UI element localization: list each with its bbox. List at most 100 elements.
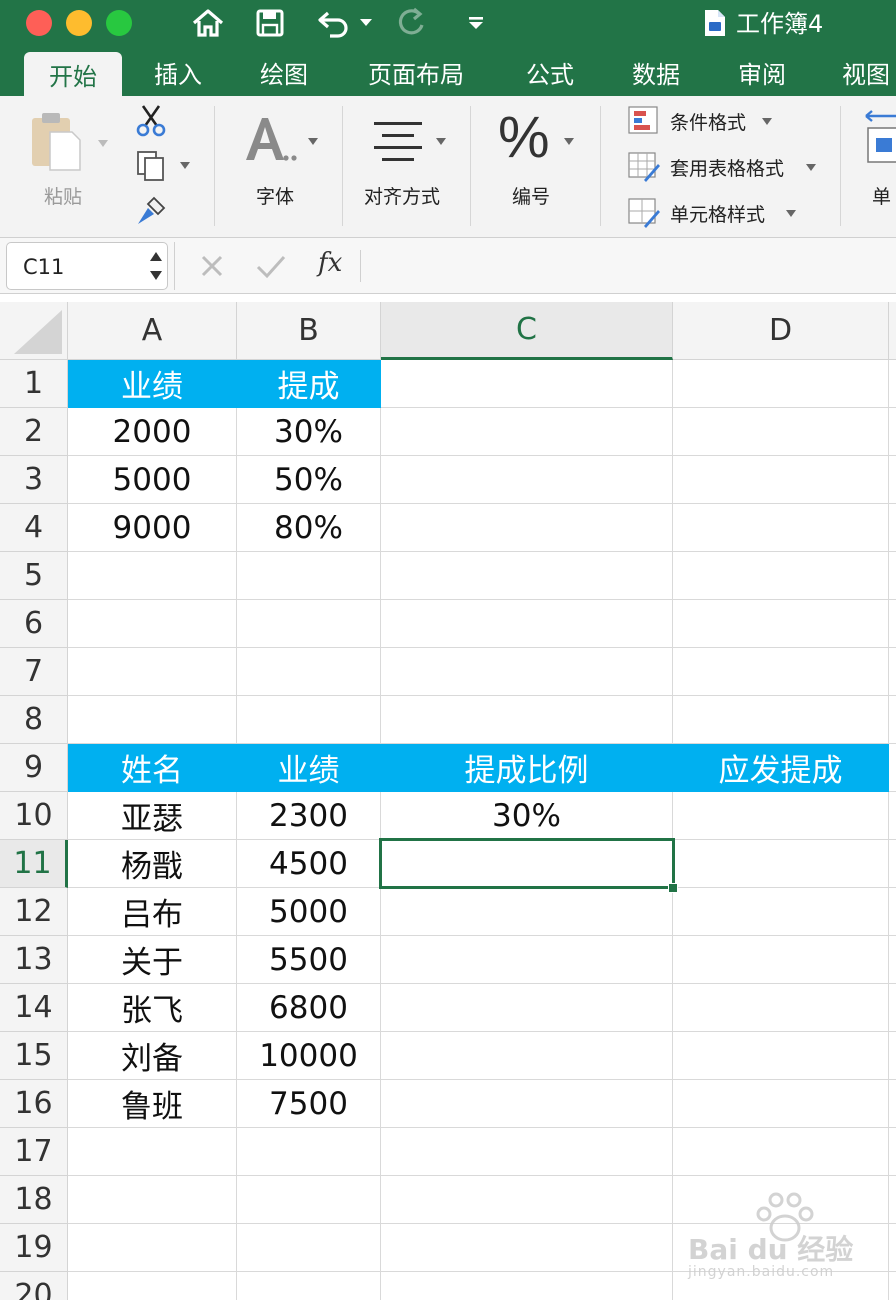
cell-b15[interactable]: 10000 [237, 1032, 381, 1080]
formula-input[interactable] [370, 242, 890, 290]
cell-e4[interactable] [889, 504, 896, 552]
conditional-format-button[interactable]: 条件格式 [670, 108, 746, 135]
row-header-4[interactable]: 4 [0, 504, 68, 552]
cell-d7[interactable] [673, 648, 889, 696]
cell-b17[interactable] [237, 1128, 381, 1176]
cell-a6[interactable] [68, 600, 237, 648]
row-header-16[interactable]: 16 [0, 1080, 68, 1128]
cell-a13[interactable]: 关于 [68, 936, 237, 984]
minimize-window-button[interactable] [66, 10, 92, 36]
cell-b18[interactable] [237, 1176, 381, 1224]
cell-e6[interactable] [889, 600, 896, 648]
tab-formulas[interactable]: 公式 [508, 48, 592, 96]
row-header-17[interactable]: 17 [0, 1128, 68, 1176]
undo-icon[interactable] [312, 6, 356, 40]
cell-c14[interactable] [381, 984, 673, 1032]
cell-a18[interactable] [68, 1176, 237, 1224]
cell-e19[interactable] [889, 1224, 896, 1272]
cell-e14[interactable] [889, 984, 896, 1032]
cell-c7[interactable] [381, 648, 673, 696]
cell-a9[interactable]: 姓名 [68, 744, 237, 792]
selected-cell-c11[interactable] [379, 838, 675, 889]
cell-e8[interactable] [889, 696, 896, 744]
cell-b19[interactable] [237, 1224, 381, 1272]
cell-c8[interactable] [381, 696, 673, 744]
cell-d11[interactable] [673, 840, 889, 888]
cell-a15[interactable]: 刘备 [68, 1032, 237, 1080]
tab-insert[interactable]: 插入 [136, 48, 220, 96]
cell-c5[interactable] [381, 552, 673, 600]
column-header-d[interactable]: D [673, 302, 889, 360]
tab-view[interactable]: 视图 [826, 48, 896, 96]
cell-c3[interactable] [381, 456, 673, 504]
cell-a2[interactable]: 2000 [68, 408, 237, 456]
cell-b6[interactable] [237, 600, 381, 648]
cell-e9[interactable] [889, 744, 896, 792]
cell-d10[interactable] [673, 792, 889, 840]
cell-b10[interactable]: 2300 [237, 792, 381, 840]
cell-d9[interactable]: 应发提成 [673, 744, 889, 792]
cell-a5[interactable] [68, 552, 237, 600]
column-header-e[interactable] [889, 302, 896, 360]
cell-a1[interactable]: 业绩 [68, 360, 237, 408]
row-header-6[interactable]: 6 [0, 600, 68, 648]
cell-a11[interactable]: 杨戬 [68, 840, 237, 888]
insert-function-button[interactable]: fx [318, 248, 342, 282]
cell-c2[interactable] [381, 408, 673, 456]
cell-c19[interactable] [381, 1224, 673, 1272]
cell-e17[interactable] [889, 1128, 896, 1176]
tab-data[interactable]: 数据 [614, 48, 698, 96]
cell-e20[interactable] [889, 1272, 896, 1300]
cell-c10[interactable]: 30% [381, 792, 673, 840]
cell-b4[interactable]: 80% [237, 504, 381, 552]
table-format-icon[interactable] [628, 152, 660, 182]
align-icon[interactable] [370, 118, 426, 162]
close-window-button[interactable] [26, 10, 52, 36]
tab-review[interactable]: 审阅 [720, 48, 804, 96]
cell-a8[interactable] [68, 696, 237, 744]
cell-c20[interactable] [381, 1272, 673, 1300]
row-header-20[interactable]: 20 [0, 1272, 68, 1300]
cell-b12[interactable]: 5000 [237, 888, 381, 936]
cell-b1[interactable]: 提成 [237, 360, 381, 408]
cell-a20[interactable] [68, 1272, 237, 1300]
format-painter-icon[interactable] [134, 194, 168, 228]
cell-a4[interactable]: 9000 [68, 504, 237, 552]
cell-e10[interactable] [889, 792, 896, 840]
cell-b3[interactable]: 50% [237, 456, 381, 504]
row-header-9[interactable]: 9 [0, 744, 68, 792]
percent-icon[interactable]: % [498, 108, 558, 168]
cell-a17[interactable] [68, 1128, 237, 1176]
cell-d6[interactable] [673, 600, 889, 648]
row-header-1[interactable]: 1 [0, 360, 68, 408]
cell-b13[interactable]: 5500 [237, 936, 381, 984]
row-header-14[interactable]: 14 [0, 984, 68, 1032]
cell-c1[interactable] [381, 360, 673, 408]
customize-toolbar-icon[interactable] [462, 6, 490, 40]
cell-a19[interactable] [68, 1224, 237, 1272]
number-dropdown-icon[interactable] [564, 138, 574, 145]
column-header-c[interactable]: C [381, 302, 673, 360]
cell-d16[interactable] [673, 1080, 889, 1128]
cell-b9[interactable]: 业绩 [237, 744, 381, 792]
maximize-window-button[interactable] [106, 10, 132, 36]
cell-a10[interactable]: 亚瑟 [68, 792, 237, 840]
tab-draw[interactable]: 绘图 [242, 48, 326, 96]
table-format-button[interactable]: 套用表格格式 [670, 154, 784, 181]
cell-e1[interactable] [889, 360, 896, 408]
cell-a7[interactable] [68, 648, 237, 696]
cell-a3[interactable]: 5000 [68, 456, 237, 504]
conditional-format-icon[interactable] [628, 106, 658, 134]
cell-d17[interactable] [673, 1128, 889, 1176]
cell-e18[interactable] [889, 1176, 896, 1224]
row-header-10[interactable]: 10 [0, 792, 68, 840]
name-box-stepper-icon[interactable] [149, 249, 163, 283]
tab-home[interactable]: 开始 [24, 52, 122, 96]
cell-d5[interactable] [673, 552, 889, 600]
row-header-5[interactable]: 5 [0, 552, 68, 600]
cell-b20[interactable] [237, 1272, 381, 1300]
column-header-a[interactable]: A [68, 302, 237, 360]
cell-b8[interactable] [237, 696, 381, 744]
home-icon[interactable] [188, 6, 228, 40]
cell-e3[interactable] [889, 456, 896, 504]
